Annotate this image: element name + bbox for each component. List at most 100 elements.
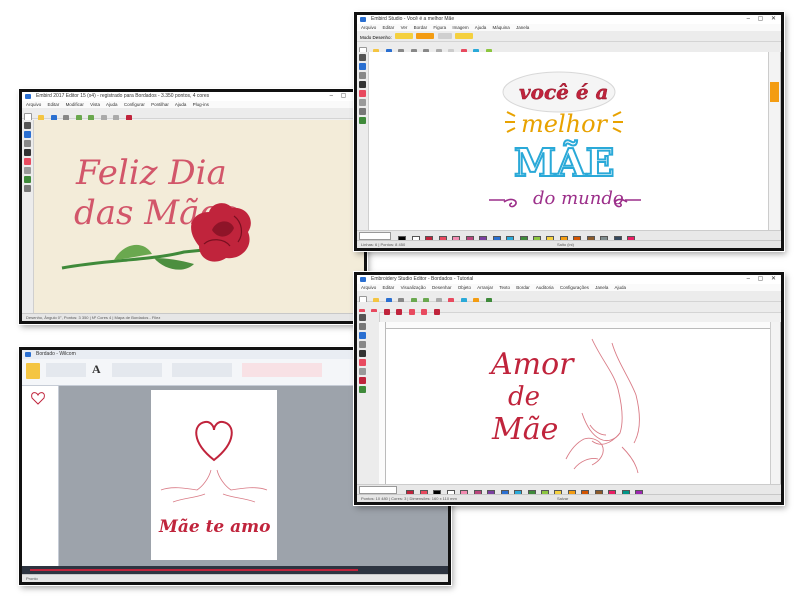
layer-dropdown[interactable] [359, 232, 391, 240]
select-tool-icon[interactable] [359, 54, 366, 61]
window-controls[interactable]: – ▢ ✕ [747, 275, 779, 284]
layer-dropdown[interactable] [359, 486, 397, 494]
window-title-bar[interactable]: Embird 2017 Editor 15 (x4) - registrado … [22, 92, 364, 101]
fill-tool-icon[interactable] [24, 158, 31, 165]
measure-tool-icon[interactable] [359, 99, 366, 106]
swirl-left [489, 198, 517, 208]
pen-tool-icon[interactable] [359, 63, 366, 70]
menu-item[interactable]: Configurar [124, 102, 145, 107]
menu-item[interactable]: Editar [383, 285, 395, 290]
menu-item[interactable]: Pontilhar [151, 102, 169, 107]
fill-tool-icon[interactable] [359, 359, 366, 366]
design-thumbnail[interactable] [22, 386, 58, 416]
stitch-cross-icon[interactable] [421, 309, 428, 315]
node-tool-icon[interactable] [359, 323, 366, 330]
tool-column [357, 312, 380, 485]
tool-column [22, 120, 34, 313]
menu-item[interactable]: Arquivo [26, 102, 41, 107]
menu-item[interactable]: Visualização [401, 285, 426, 290]
fill-tool-icon[interactable] [359, 90, 366, 97]
scrollbar-vertical[interactable] [770, 322, 781, 485]
window-title: Bordado - Wilcom [36, 351, 76, 357]
menu-item[interactable]: Plug-ins [193, 102, 209, 107]
hoop-tool-icon[interactable] [359, 117, 366, 124]
mode-stitch-icon[interactable] [416, 33, 435, 39]
design-canvas[interactable]: Feliz Dia das Mães [34, 120, 364, 313]
stitch-run-icon[interactable] [383, 309, 390, 315]
menu-item[interactable]: Ver [401, 25, 408, 30]
menu-item[interactable]: Ajuda [475, 25, 487, 30]
menu-item[interactable]: Editar [383, 25, 395, 30]
menu-item[interactable]: Imagem [452, 25, 468, 30]
window-controls[interactable]: – ▢ ✕ [747, 15, 779, 24]
menu-item[interactable]: Modificar [66, 102, 84, 107]
mode-label: Modo Desenho: [360, 35, 392, 40]
window-title-bar[interactable]: Embird Studio - Você é a melhor Mãe – ▢ … [357, 15, 781, 24]
menu-item[interactable]: Bordar [414, 25, 428, 30]
shape-tool-icon[interactable] [359, 72, 366, 79]
ribbon-paste-button[interactable] [26, 363, 40, 379]
tool-column [357, 52, 369, 230]
shape-tool-icon[interactable] [359, 341, 366, 348]
menu-item[interactable]: Vista [90, 102, 100, 107]
mode-normal-icon[interactable] [395, 33, 414, 39]
ribbon-group [112, 363, 162, 377]
menu-item[interactable]: Arquivo [361, 285, 376, 290]
hoop-tool-icon[interactable] [359, 386, 366, 393]
text-tool-icon[interactable] [24, 149, 31, 156]
menu-item[interactable]: Ajuda [614, 285, 626, 290]
toolbar [22, 108, 364, 121]
pen-tool-icon[interactable] [359, 332, 366, 339]
window-title-bar[interactable]: Embroidery Studio Editor - Bordados - Tu… [357, 275, 781, 284]
window-title: Embird 2017 Editor 15 (x4) - registrado … [36, 93, 210, 99]
menu-item[interactable]: Janela [516, 25, 529, 30]
stitch-motif-icon[interactable] [408, 309, 415, 315]
hoop-tool-icon[interactable] [24, 176, 31, 183]
menu-item[interactable]: Janela [595, 285, 608, 290]
stitch-tool-icon[interactable] [359, 377, 366, 384]
menu-item[interactable]: Objeto [458, 285, 471, 290]
menu-item[interactable]: Máquina [492, 25, 509, 30]
select-tool-icon[interactable] [359, 314, 366, 321]
stitch-applique-icon[interactable] [433, 309, 440, 315]
menu-item[interactable]: Auditoria [536, 285, 554, 290]
progress-bar [30, 569, 358, 571]
menu-item[interactable]: Desenhar [432, 285, 452, 290]
side-panel-badge [770, 82, 779, 102]
menu-item[interactable]: Editar [48, 102, 60, 107]
measure-tool-icon[interactable] [359, 368, 366, 375]
app-icon [25, 352, 31, 357]
menu-item[interactable]: Ajuda [175, 102, 187, 107]
text-tool-icon[interactable] [359, 350, 366, 357]
text-tool-icon[interactable] [359, 81, 366, 88]
design-list-panel [22, 386, 59, 566]
mode-special-icon[interactable] [454, 33, 473, 39]
design-canvas[interactable]: Amor de Mãe [386, 329, 771, 485]
ribbon-text-button[interactable]: A [92, 362, 104, 376]
status-bar: Linhas: 6 | Pontos: 8 450 Salto (ini) [357, 240, 781, 248]
scrollbar-vertical[interactable] [768, 52, 781, 230]
design-canvas[interactable]: você é a melhor MÃE do mundo [369, 52, 769, 230]
stitch-bean-icon[interactable] [396, 309, 403, 315]
design-text-line-4: do mundo [533, 188, 624, 209]
stitch-tool-icon[interactable] [24, 185, 31, 192]
menu-item[interactable]: Bordar [516, 285, 530, 290]
sparkle-right [612, 111, 623, 133]
menu-item[interactable]: Ajuda [106, 102, 118, 107]
heart-outline [195, 420, 233, 462]
pen-tool-icon[interactable] [24, 131, 31, 138]
menu-item[interactable]: Configurações [560, 285, 589, 290]
mode-convert-icon[interactable] [437, 33, 452, 39]
menu-item[interactable]: Figura [433, 25, 446, 30]
menu-item[interactable]: Texto [499, 285, 510, 290]
measure-tool-icon[interactable] [24, 167, 31, 174]
shape-tool-icon[interactable] [24, 140, 31, 147]
app-icon [360, 17, 366, 22]
menu-item[interactable]: Arquivo [361, 25, 376, 30]
hand-left [160, 469, 212, 503]
menu-item[interactable]: Arranjar [477, 285, 493, 290]
status-bar: Pontos: 10 480 | Cores: 3 | Dimensões: 1… [357, 494, 781, 502]
stitch-tool-icon[interactable] [359, 108, 366, 115]
design-page[interactable]: Mãe te amo [151, 390, 277, 560]
select-tool-icon[interactable] [24, 122, 31, 129]
